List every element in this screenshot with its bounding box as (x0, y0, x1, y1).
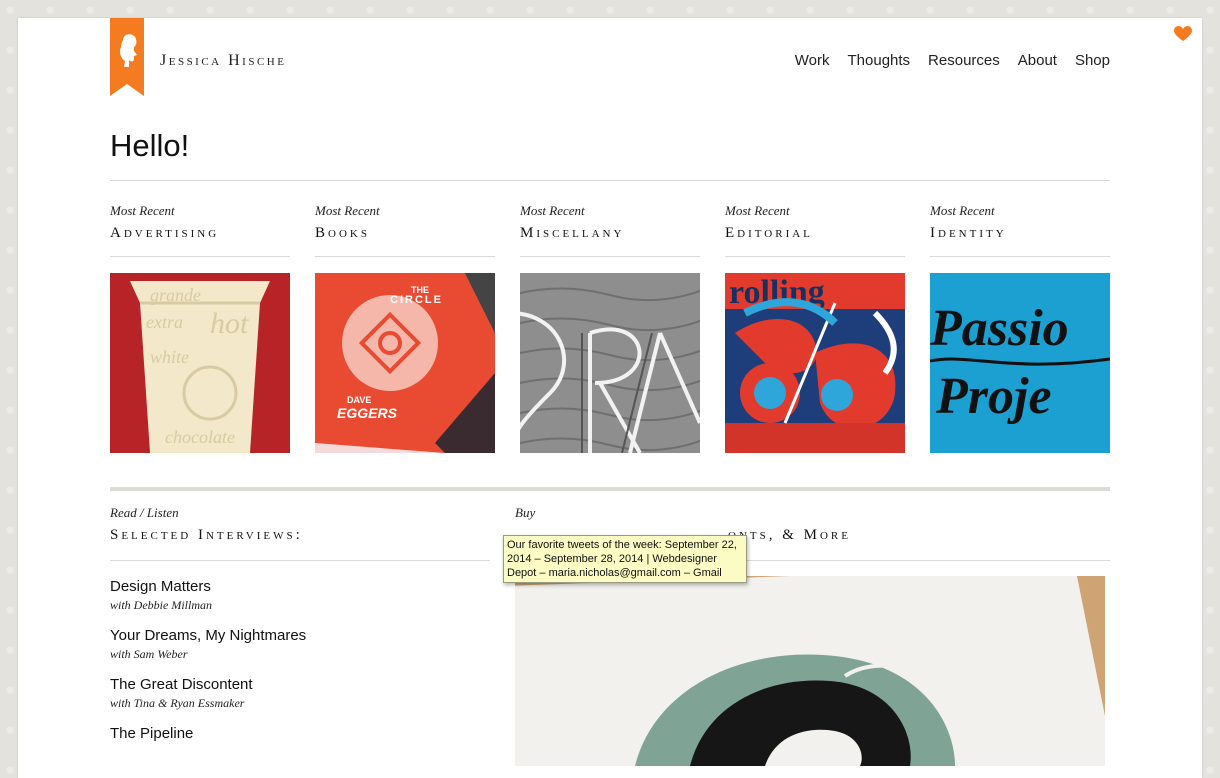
list-item[interactable]: The Pipeline (110, 725, 470, 742)
interview-with: with Sam Weber (110, 647, 188, 661)
list-item[interactable]: The Great Discontent with Tina & Ryan Es… (110, 676, 470, 711)
thumb-books[interactable]: THE CIRCLE DAVE EGGERS (315, 273, 495, 453)
category-books[interactable]: Books (315, 225, 495, 242)
thumb-text: DAVE (347, 395, 371, 405)
category-miscellany[interactable]: Miscellany (520, 225, 700, 242)
divider (110, 487, 1110, 491)
nav-work[interactable]: Work (795, 52, 830, 69)
site-name-last: Hische (228, 52, 287, 69)
thumb-text: extra (146, 312, 183, 332)
divider (315, 256, 495, 257)
interview-title: The Great Discontent (110, 676, 253, 693)
thumb-text: EGGERS (337, 405, 398, 421)
main-nav: Work Thoughts Resources About Shop (777, 52, 1110, 69)
shop-kicker: Buy (515, 505, 536, 520)
recent-advertising: Most Recent Advertising (110, 203, 290, 257)
interview-with: with Debbie Millman (110, 598, 212, 612)
site-name-link[interactable]: Jessica Hische (160, 52, 286, 70)
recent-kicker: Most Recent (930, 203, 995, 218)
divider (110, 256, 290, 257)
category-advertising[interactable]: Advertising (110, 225, 290, 242)
list-item[interactable]: Design Matters with Debbie Millman (110, 578, 470, 613)
nav-resources[interactable]: Resources (928, 52, 1000, 69)
thumb-text: white (150, 347, 189, 367)
category-identity[interactable]: Identity (930, 225, 1110, 242)
interview-title: The Pipeline (110, 725, 194, 742)
interviews-kicker: Read / Listen (110, 505, 179, 520)
divider (930, 256, 1110, 257)
category-editorial[interactable]: Editorial (725, 225, 905, 242)
heart-icon[interactable] (1174, 26, 1192, 42)
site-name-first: Jessica (160, 52, 222, 69)
recent-kicker: Most Recent (520, 203, 585, 218)
nav-shop[interactable]: Shop (1075, 52, 1110, 69)
recent-miscellany: Most Recent Miscellany (520, 203, 700, 257)
logo-silhouette-icon[interactable] (110, 18, 144, 96)
thumb-text: chocolate (165, 427, 235, 447)
interview-title: Your Dreams, My Nightmares (110, 627, 307, 644)
nav-about[interactable]: About (1018, 52, 1057, 69)
interviews-title: Selected Interviews: (110, 527, 303, 543)
thumb-text: grande (150, 285, 201, 305)
interview-title: Design Matters (110, 578, 211, 595)
recent-kicker: Most Recent (110, 203, 175, 218)
recent-kicker: Most Recent (725, 203, 790, 218)
shop-image[interactable] (515, 576, 1105, 766)
divider (110, 560, 490, 561)
thumb-text: Proje (935, 368, 1052, 425)
divider (520, 256, 700, 257)
page-title: Hello! (110, 128, 190, 163)
page-card: Jessica Hische Work Thoughts Resources A… (18, 18, 1202, 778)
recent-kicker: Most Recent (315, 203, 380, 218)
thumb-text: hot (210, 307, 249, 340)
thumb-text: Passio (930, 300, 1069, 357)
divider (110, 180, 1110, 181)
tooltip: Our favorite tweets of the week: Septemb… (503, 535, 747, 583)
interview-list: Design Matters with Debbie Millman Your … (110, 578, 470, 756)
recent-books: Most Recent Books (315, 203, 495, 257)
thumb-editorial[interactable]: rolling (725, 273, 905, 453)
interview-with: with Tina & Ryan Essmaker (110, 696, 245, 710)
recent-editorial: Most Recent Editorial (725, 203, 905, 257)
nav-thoughts[interactable]: Thoughts (848, 52, 911, 69)
thumb-identity[interactable]: Passio Proje (930, 273, 1110, 453)
thumb-miscellany[interactable] (520, 273, 700, 453)
list-item[interactable]: Your Dreams, My Nightmares with Sam Webe… (110, 627, 470, 662)
thumb-text: CIRCLE (390, 294, 443, 306)
divider (725, 256, 905, 257)
thumb-advertising[interactable]: grande extra hot white chocolate (110, 273, 290, 453)
recent-identity: Most Recent Identity (930, 203, 1110, 257)
